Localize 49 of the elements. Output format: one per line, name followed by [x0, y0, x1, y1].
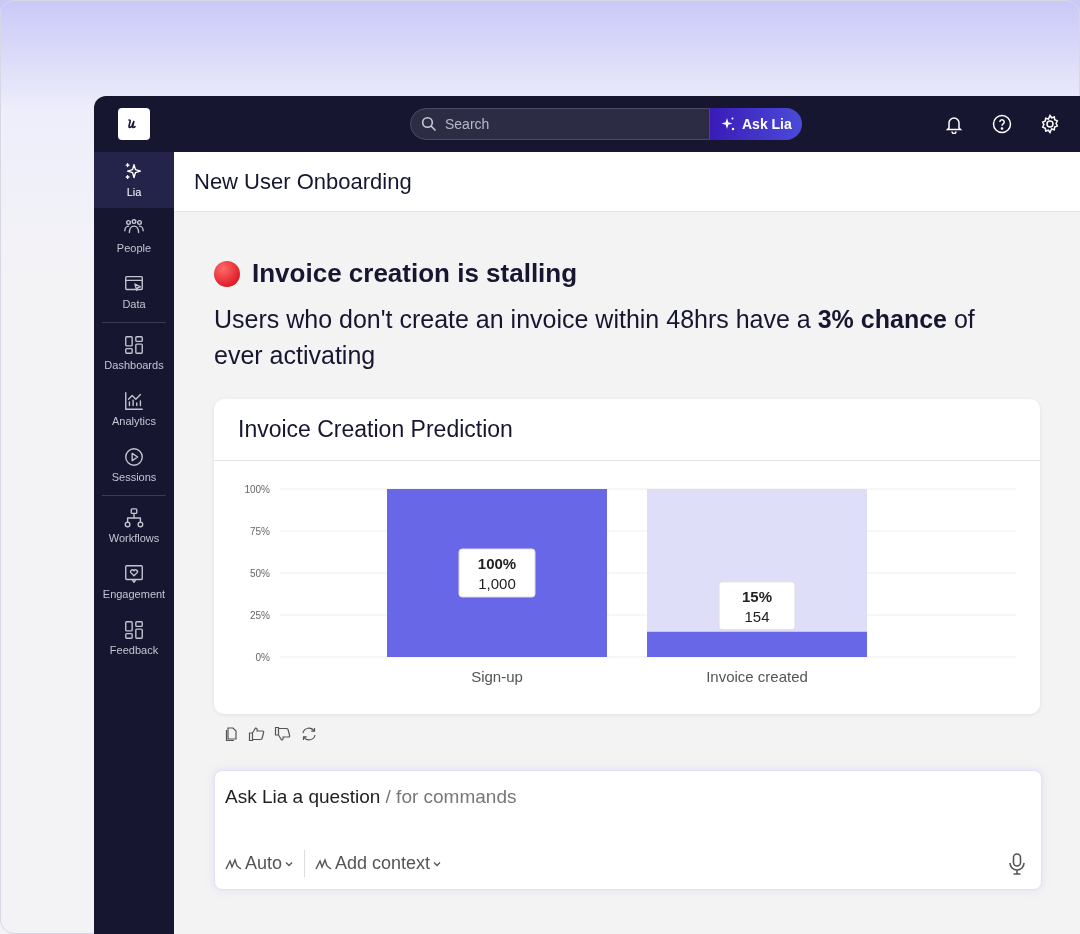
value-label: 100% 1,000 [458, 548, 536, 598]
prompt-box[interactable]: Ask Lia a question / for commands Auto Add context [214, 770, 1042, 890]
heart-message-icon [123, 563, 145, 585]
sidebar-item[interactable]: Sessions [94, 437, 174, 493]
chevron-down-icon [284, 859, 295, 868]
help-icon[interactable] [992, 114, 1012, 134]
ask-lia-button[interactable]: Ask Lia [710, 108, 802, 140]
app-logo[interactable] [118, 108, 150, 140]
settings-icon[interactable] [1040, 114, 1060, 134]
chevron-down-icon [432, 859, 443, 868]
sidebar-item[interactable]: Feedback [94, 610, 174, 666]
prompt-hint: / for commands [385, 786, 517, 807]
sidebar-item[interactable]: Workflows [94, 498, 174, 554]
chart-title: Invoice Creation Prediction [238, 415, 513, 445]
sidebar-item[interactable]: Engagement [94, 554, 174, 610]
thumbs-up-icon[interactable] [248, 726, 266, 742]
insight-text: Users who don't create an invoice within 48hrs have a 3% chance of ever activating [214, 304, 976, 371]
category-label: Sign-up [471, 668, 523, 685]
category-label: Invoice created [706, 668, 808, 685]
axis-tick-label: 50% [250, 567, 270, 579]
search-field[interactable]: Search [410, 108, 710, 140]
sidebar-item[interactable]: People [94, 208, 174, 264]
play-icon [123, 446, 145, 468]
sparkle-icon [720, 116, 736, 132]
copy-icon[interactable] [224, 726, 240, 742]
sidebar-item[interactable]: Lia [94, 152, 174, 208]
page-title: New User Onboarding [194, 168, 412, 196]
dashboard-icon [123, 334, 145, 356]
axis-tick-label: 0% [255, 651, 270, 663]
sidebar-item[interactable]: Analytics [94, 381, 174, 437]
mode-dropdown[interactable]: Auto [225, 850, 306, 877]
sidebar-item[interactable]: Dashboards [94, 325, 174, 381]
notification-bell-icon[interactable] [944, 114, 964, 134]
chart-icon [123, 390, 145, 412]
refresh-icon[interactable] [300, 726, 318, 742]
insight-title: Invoice creation is stalling [252, 257, 578, 290]
prompt-placeholder: Ask Lia a question [225, 786, 381, 807]
search-input[interactable]: Search [445, 113, 685, 135]
dashboard-icon [123, 619, 145, 641]
hierarchy-icon [123, 507, 145, 529]
value-label: 15% 154 [718, 581, 796, 631]
axis-tick-label: 25% [250, 609, 270, 621]
axis-tick-label: 100% [244, 483, 270, 495]
sidebar-item[interactable]: Data [94, 264, 174, 320]
add-context-dropdown[interactable]: Add context [305, 850, 443, 877]
search-icon [421, 116, 437, 132]
microphone-icon[interactable] [1007, 851, 1027, 876]
thumbs-down-icon[interactable] [274, 726, 292, 742]
axis-tick-label: 75% [250, 525, 270, 537]
